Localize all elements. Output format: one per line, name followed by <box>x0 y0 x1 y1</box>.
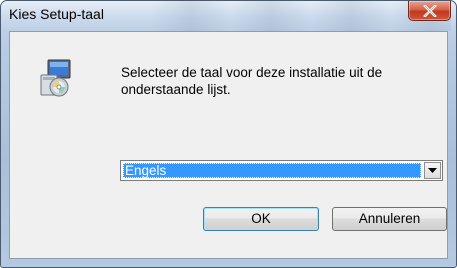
chevron-down-icon <box>428 168 437 173</box>
language-prompt: Selecteer de taal voor deze installatie … <box>121 65 383 97</box>
language-select-value[interactable]: Engels <box>123 163 421 178</box>
language-select-dropdown-button[interactable] <box>424 162 441 179</box>
installer-icon <box>40 59 71 97</box>
window-title: Kies Setup-taal <box>9 6 104 22</box>
close-button[interactable] <box>408 1 451 21</box>
close-icon <box>423 5 437 17</box>
dialog-content: Selecteer de taal voor deze installatie … <box>9 31 448 259</box>
language-select[interactable]: Engels <box>120 160 443 181</box>
setup-language-dialog: Kies Setup-taal Selecteer de taal voor d… <box>0 0 457 268</box>
title-bar-background <box>151 1 451 31</box>
ok-button[interactable]: OK <box>203 207 319 231</box>
title-bar[interactable]: Kies Setup-taal <box>1 1 456 31</box>
cancel-button[interactable]: Annuleren <box>332 207 447 231</box>
